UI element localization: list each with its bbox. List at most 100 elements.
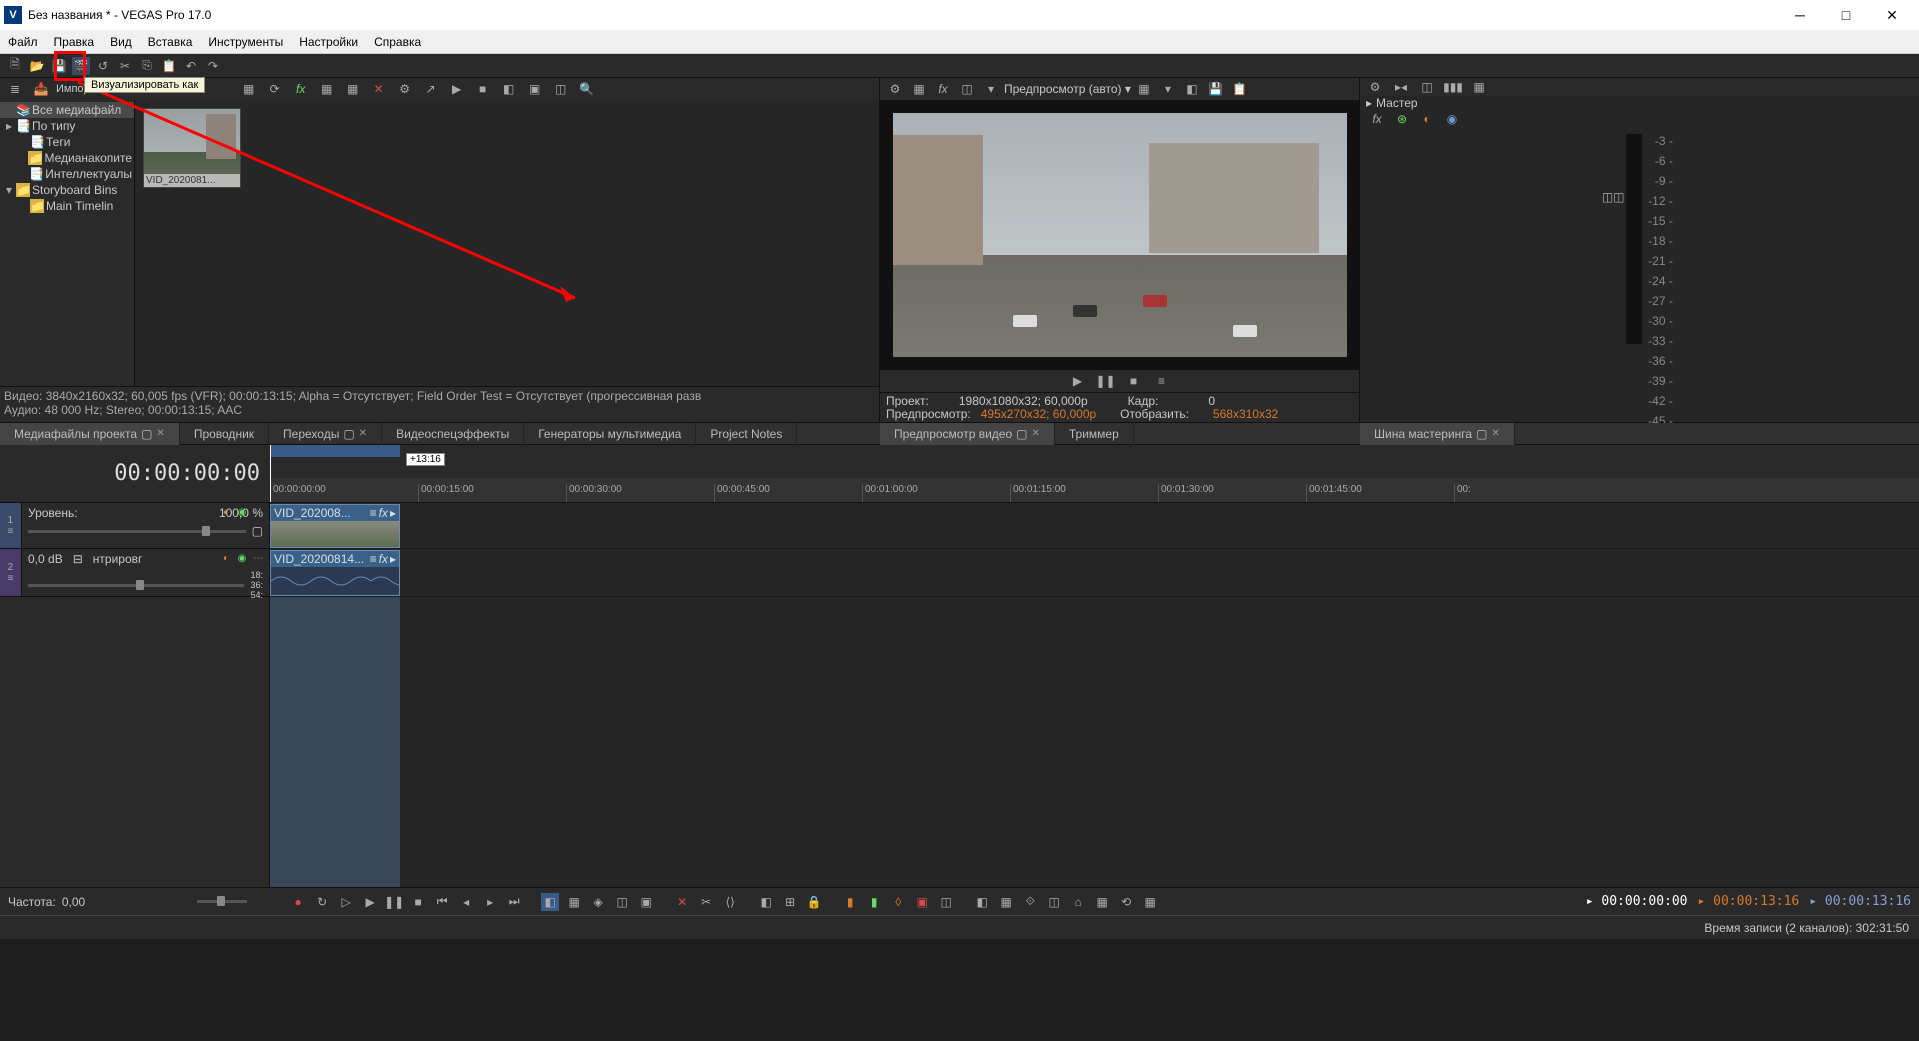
tab[interactable]: Генераторы мультимедиа (524, 423, 696, 445)
preview-icon[interactable]: ▦ (910, 80, 928, 98)
toolbar-icon[interactable]: ◫ (613, 893, 631, 911)
toolbar-icon[interactable]: ◧ (757, 893, 775, 911)
open-icon[interactable]: 📂 (28, 57, 46, 75)
link-icon[interactable]: ◫◫ (1604, 188, 1622, 206)
media-thumbnail[interactable]: VID_2020081... (143, 108, 241, 188)
toolbar-icon[interactable]: ▦ (565, 893, 583, 911)
stop-icon[interactable]: ■ (1125, 372, 1143, 390)
play-icon[interactable]: ▶ (448, 80, 466, 98)
menu-правка[interactable]: Правка (46, 30, 103, 54)
lock-icon[interactable]: 🔒 (805, 893, 823, 911)
tree-item[interactable]: 📑Теги (0, 134, 134, 150)
preview-quality-dropdown[interactable]: Предпросмотр (авто) ▾ (1004, 82, 1131, 96)
minimize-button[interactable]: ─ (1777, 0, 1823, 30)
output-icon[interactable]: ◫ (1418, 78, 1436, 96)
downmix-icon[interactable]: ▦ (1470, 78, 1488, 96)
master-icon[interactable]: ⊛ (1393, 110, 1411, 128)
toolbar-icon[interactable]: ⟳ (266, 80, 284, 98)
stop-icon[interactable]: ■ (409, 893, 427, 911)
tab[interactable]: Предпросмотр видео▢✕ (880, 423, 1055, 445)
cut-icon[interactable]: ✂ (697, 893, 715, 911)
toolbar-icon[interactable]: ↗ (422, 80, 440, 98)
split-icon[interactable]: ◫ (958, 80, 976, 98)
copy-snapshot-icon[interactable]: 📋 (1231, 80, 1249, 98)
settings-icon[interactable]: ⚙ (396, 80, 414, 98)
master-icon[interactable]: ◉ (1443, 110, 1461, 128)
import-icon[interactable]: 📥 (32, 80, 50, 98)
record-icon[interactable]: ● (289, 893, 307, 911)
redo-icon[interactable]: ↷ (204, 57, 222, 75)
settings-icon[interactable]: ⚙ (886, 80, 904, 98)
pause-icon[interactable]: ❚❚ (385, 893, 403, 911)
cut-icon[interactable]: ✂ (116, 57, 134, 75)
go-start-icon[interactable]: ⏮ (433, 893, 451, 911)
master-icon[interactable]: ◐ (1418, 110, 1436, 128)
toolbar-icon[interactable]: ◫ (552, 80, 570, 98)
tab[interactable]: Триммер (1055, 423, 1134, 445)
snap-icon[interactable]: ◊ (889, 893, 907, 911)
tab[interactable]: Шина мастеринга▢✕ (1360, 423, 1515, 445)
views-icon[interactable]: ≣ (6, 80, 24, 98)
close-button[interactable]: ✕ (1869, 0, 1915, 30)
toolbar-icon[interactable]: ⊞ (781, 893, 799, 911)
menu-инструменты[interactable]: Инструменты (200, 30, 291, 54)
playhead[interactable] (270, 445, 271, 502)
tab[interactable]: Видеоспецэффекты (382, 423, 524, 445)
menu-справка[interactable]: Справка (366, 30, 429, 54)
play-icon[interactable]: ▶ (361, 893, 379, 911)
delete-icon[interactable]: ✕ (370, 80, 388, 98)
tree-item[interactable]: 📁Main Timelin (0, 198, 134, 214)
tree-item[interactable]: 📚Все медиафайл (0, 102, 134, 118)
new-project-icon[interactable]: 🗎 (6, 57, 24, 75)
menu-вставка[interactable]: Вставка (140, 30, 201, 54)
toolbar-icon[interactable]: ▣ (913, 893, 931, 911)
toolbar-icon[interactable]: ▦ (240, 80, 258, 98)
fx-icon[interactable]: fx (292, 80, 310, 98)
tree-item[interactable]: ▾📁Storyboard Bins (0, 182, 134, 198)
tab[interactable]: Проводник (180, 423, 269, 445)
save-icon[interactable]: 💾 (50, 57, 68, 75)
toolbar-icon[interactable]: ⟲ (1117, 893, 1135, 911)
grid-icon[interactable]: ▦ (1135, 80, 1153, 98)
toolbar-icon[interactable]: ▦ (997, 893, 1015, 911)
media-tree[interactable]: 📚Все медиафайл▸📑По типу📑Теги📁Медианакопи… (0, 100, 135, 386)
menu-вид[interactable]: Вид (102, 30, 140, 54)
toolbar-icon[interactable]: ▣ (526, 80, 544, 98)
dropdown-icon[interactable]: ▾ (982, 80, 1000, 98)
fx-icon[interactable]: fx (1368, 110, 1386, 128)
toolbar-icon[interactable]: ⟐ (1021, 893, 1039, 911)
marker-icon[interactable]: ▮ (841, 893, 859, 911)
insert-bus-icon[interactable]: ▸◂ (1392, 78, 1410, 96)
toolbar-icon[interactable]: ▦ (344, 80, 362, 98)
tree-item[interactable]: 📁Медианакопите (0, 150, 134, 166)
toolbar-icon[interactable]: ◈ (589, 893, 607, 911)
tree-item[interactable]: 📑Интеллектуалы (0, 166, 134, 182)
render-as-icon[interactable]: 🎬 (72, 57, 90, 75)
undo-icon[interactable]: ↶ (182, 57, 200, 75)
dim-icon[interactable]: ▮▮▮ (1444, 78, 1462, 96)
timeline-clip[interactable]: VID_202008...≡fx▸ (270, 504, 400, 548)
dropdown-icon[interactable]: ▾ (1159, 80, 1177, 98)
tab[interactable]: Медиафайлы проекта▢✕ (0, 423, 180, 445)
tab[interactable]: Переходы▢✕ (269, 423, 382, 445)
normal-edit-icon[interactable]: ◧ (541, 893, 559, 911)
save-snapshot-icon[interactable]: 💾 (1207, 80, 1225, 98)
prev-frame-icon[interactable]: ◂ (457, 893, 475, 911)
timecode-display[interactable]: 00:00:00:00 (0, 445, 270, 502)
toolbar-icon[interactable]: ▦ (1093, 893, 1111, 911)
toolbar-icon[interactable]: ▦ (1141, 893, 1159, 911)
next-frame-icon[interactable]: ▸ (481, 893, 499, 911)
maximize-button[interactable]: □ (1823, 0, 1869, 30)
toolbar-icon[interactable]: ◧ (973, 893, 991, 911)
tree-item[interactable]: ▸📑По типу (0, 118, 134, 134)
loop-region[interactable] (270, 445, 400, 457)
play-icon[interactable]: ▶ (1069, 372, 1087, 390)
go-end-icon[interactable]: ⏭ (505, 893, 523, 911)
trim-icon[interactable]: ⟨⟩ (721, 893, 739, 911)
timeline-clip[interactable]: VID_20200814...≡fx▸ (270, 550, 400, 596)
timeline-ruler[interactable]: +13:16 00:00:00:0000:00:15:0000:00:30:00… (270, 445, 1919, 502)
loop-icon[interactable]: ↻ (313, 893, 331, 911)
delete-icon[interactable]: ✕ (673, 893, 691, 911)
pause-icon[interactable]: ❚❚ (1097, 372, 1115, 390)
menu-настройки[interactable]: Настройки (291, 30, 366, 54)
